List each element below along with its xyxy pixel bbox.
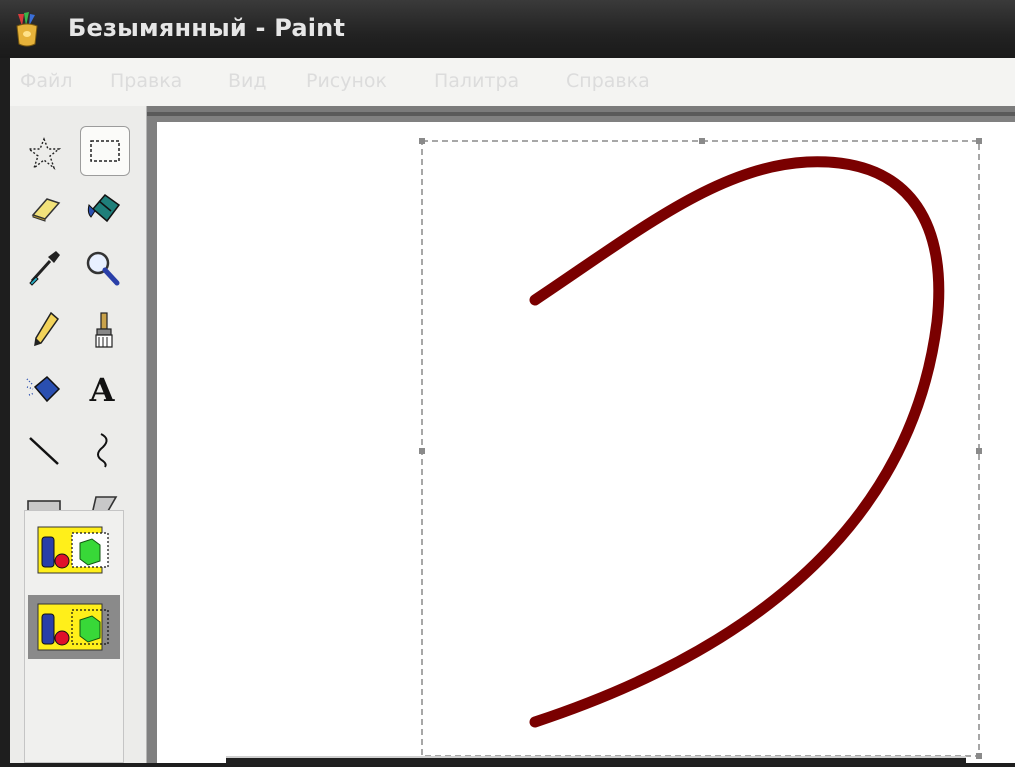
menu-view[interactable]: Вид	[228, 70, 267, 92]
canvas-drawing	[419, 138, 982, 759]
tool-fill[interactable]	[82, 186, 126, 230]
eyedropper-icon	[29, 251, 60, 286]
menu-bar: Файл Правка Вид Рисунок Палитра Справка	[10, 58, 1015, 107]
tool-airbrush[interactable]	[22, 368, 66, 412]
menu-file[interactable]: Файл	[20, 70, 73, 92]
line-icon	[29, 437, 59, 465]
tool-curve[interactable]	[80, 428, 124, 472]
title-bar[interactable]: Безымянный - Paint	[0, 0, 1015, 58]
menu-help[interactable]: Справка	[566, 70, 650, 92]
menu-edit[interactable]: Правка	[110, 70, 182, 92]
tool-magnifier[interactable]	[80, 246, 124, 290]
canvas-edge-shadow	[147, 112, 1015, 116]
fill-bucket-icon	[87, 193, 121, 223]
free-form-select-icon	[27, 137, 61, 171]
curve-stroke	[529, 156, 945, 728]
opaque-selection-option[interactable]	[28, 519, 120, 583]
tool-eraser[interactable]	[24, 186, 68, 230]
brush-icon	[95, 312, 113, 348]
airbrush-icon	[26, 375, 61, 403]
magnifier-icon	[86, 251, 120, 286]
text-tool-icon: A	[89, 371, 115, 409]
window-title: Безымянный - Paint	[68, 14, 346, 42]
status-bar-edge	[226, 756, 966, 765]
menu-palette[interactable]: Палитра	[434, 70, 519, 92]
rect-select-icon	[90, 140, 120, 162]
eraser-icon	[31, 198, 61, 222]
transparent-selection-icon	[37, 603, 109, 651]
opaque-selection-icon	[37, 526, 109, 574]
pencil-icon	[34, 311, 60, 347]
tool-options-panel	[24, 510, 124, 763]
menu-image[interactable]: Рисунок	[306, 70, 387, 92]
tool-free-form-select[interactable]	[22, 132, 66, 176]
paint-palette-icon[interactable]	[12, 10, 42, 48]
tool-text[interactable]: A	[80, 368, 124, 412]
tool-line[interactable]	[22, 428, 66, 472]
tool-rect-select[interactable]	[80, 126, 130, 176]
transparent-selection-option[interactable]	[28, 595, 120, 659]
tool-pick-color[interactable]	[22, 246, 66, 290]
tool-brush[interactable]	[82, 308, 126, 352]
drawing-canvas[interactable]	[157, 122, 1015, 763]
tool-pencil[interactable]	[24, 308, 68, 352]
curve-icon	[97, 433, 108, 468]
